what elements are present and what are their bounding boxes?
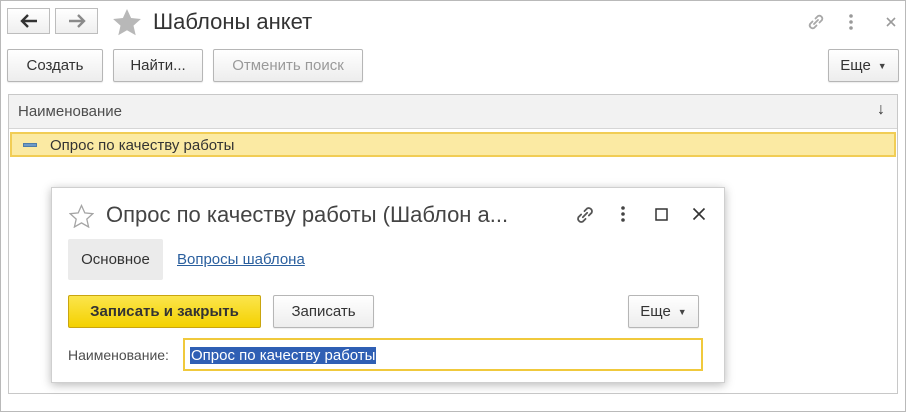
link-icon[interactable] xyxy=(574,204,596,226)
sort-arrow-icon[interactable]: ↓ xyxy=(877,101,885,119)
list-header[interactable]: Наименование ↓ xyxy=(9,95,897,129)
page-title: Шаблоны анкет xyxy=(153,9,313,34)
save-button[interactable]: Записать xyxy=(273,295,374,328)
name-field-label: Наименование: xyxy=(68,347,169,363)
more-button[interactable]: Еще ▼ xyxy=(828,49,899,82)
column-header-name[interactable]: Наименование xyxy=(18,103,122,120)
close-icon[interactable] xyxy=(885,16,897,28)
close-icon[interactable] xyxy=(692,207,706,221)
arrow-left-icon xyxy=(19,14,37,28)
arrow-right-icon xyxy=(68,14,86,28)
more-vertical-icon[interactable] xyxy=(847,13,855,31)
tab-template-questions[interactable]: Вопросы шаблона xyxy=(177,251,305,268)
table-row[interactable]: Опрос по качеству работы xyxy=(10,132,896,157)
cancel-search-button[interactable]: Отменить поиск xyxy=(213,49,363,82)
create-button[interactable]: Создать xyxy=(7,49,103,82)
favorite-star-icon[interactable] xyxy=(112,8,142,37)
dropdown-caret-icon: ▼ xyxy=(677,306,687,317)
item-marker-icon xyxy=(23,143,37,147)
maximize-icon[interactable] xyxy=(655,208,668,221)
tab-main[interactable]: Основное xyxy=(68,239,163,280)
name-input[interactable]: Опрос по качеству работы xyxy=(183,338,703,371)
more-vertical-icon[interactable] xyxy=(619,205,627,223)
main-window: Шаблоны анкет Создать Найти... Отменить … xyxy=(0,0,906,412)
dropdown-caret-icon: ▼ xyxy=(877,60,887,71)
find-button[interactable]: Найти... xyxy=(113,49,203,82)
save-and-close-button[interactable]: Записать и закрыть xyxy=(68,295,261,328)
forward-button[interactable] xyxy=(55,8,98,34)
favorite-star-icon[interactable] xyxy=(69,204,94,228)
name-input-value: Опрос по качеству работы xyxy=(190,347,377,364)
row-name: Опрос по качеству работы xyxy=(50,137,235,154)
link-icon[interactable] xyxy=(806,12,826,32)
dialog-title: Опрос по качеству работы (Шаблон а... xyxy=(106,202,509,227)
back-button[interactable] xyxy=(7,8,50,34)
template-dialog: Опрос по качеству работы (Шаблон а... Ос… xyxy=(51,187,725,383)
dialog-more-button[interactable]: Еще ▼ xyxy=(628,295,699,328)
